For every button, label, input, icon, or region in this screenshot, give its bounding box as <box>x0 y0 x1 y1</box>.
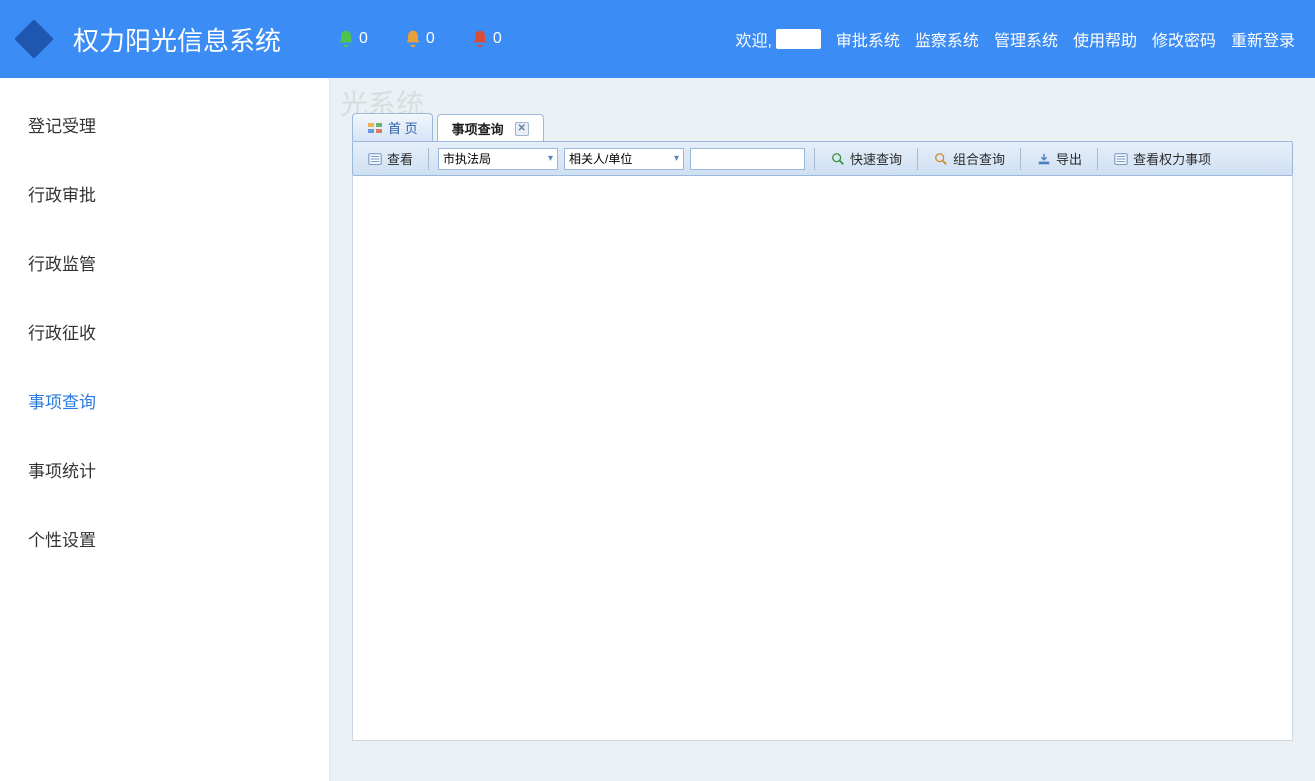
org-select[interactable]: 市执法局 ▾ <box>438 148 558 170</box>
download-icon <box>1036 151 1052 167</box>
tab-query[interactable]: 事项查询 ✕ <box>437 114 544 142</box>
adv-search-label: 组合查询 <box>953 149 1005 168</box>
welcome-text: 欢迎, <box>735 27 820 51</box>
chevron-down-icon: ▾ <box>674 153 679 164</box>
nav-management[interactable]: 管理系统 <box>994 27 1058 51</box>
list-icon <box>1113 151 1129 167</box>
sidebar-item-settings[interactable]: 个性设置 <box>0 504 329 573</box>
relation-select-value: 相关人/单位 <box>569 150 632 167</box>
bell-count: 0 <box>493 30 502 48</box>
separator <box>814 148 815 170</box>
quick-search-button[interactable]: 快速查询 <box>824 147 908 170</box>
adv-search-button[interactable]: 组合查询 <box>927 147 1011 170</box>
sidebar-item-stats[interactable]: 事项统计 <box>0 435 329 504</box>
header: 权力阳光信息系统 0 0 0 欢迎, 审批系统 监察系统 管理系统 <box>0 0 1315 78</box>
tab-home-label: 首 页 <box>388 118 418 137</box>
nav-help[interactable]: 使用帮助 <box>1073 27 1137 51</box>
bell-red[interactable]: 0 <box>470 29 502 49</box>
export-button[interactable]: 导出 <box>1030 147 1088 170</box>
sidebar-item-register[interactable]: 登记受理 <box>0 90 329 159</box>
main-panel: 光系统 首 页 事项查询 ✕ <box>330 78 1315 781</box>
sidebar-item-collection[interactable]: 行政征收 <box>0 297 329 366</box>
nav-supervision[interactable]: 监察系统 <box>915 27 979 51</box>
tab-home[interactable]: 首 页 <box>352 113 433 141</box>
content-panel <box>352 176 1293 741</box>
sidebar-item-approval[interactable]: 行政审批 <box>0 159 329 228</box>
sidebar-item-supervision[interactable]: 行政监管 <box>0 228 329 297</box>
username <box>776 29 821 49</box>
tab-bar: 首 页 事项查询 ✕ <box>352 113 1315 141</box>
bell-icon <box>403 29 423 49</box>
view-label: 查看 <box>387 149 413 168</box>
home-icon <box>367 120 383 136</box>
bell-count: 0 <box>426 30 435 48</box>
separator <box>428 148 429 170</box>
welcome-label: 欢迎, <box>735 27 771 51</box>
close-icon[interactable]: ✕ <box>515 122 529 136</box>
toolbar: 查看 市执法局 ▾ 相关人/单位 ▾ 快速查询 <box>352 141 1293 176</box>
logo-icon <box>14 19 54 59</box>
export-label: 导出 <box>1056 149 1082 168</box>
org-select-value: 市执法局 <box>443 150 491 167</box>
relation-select[interactable]: 相关人/单位 ▾ <box>564 148 684 170</box>
bell-count: 0 <box>359 30 368 48</box>
bell-green[interactable]: 0 <box>336 29 368 49</box>
sidebar: 登记受理 行政审批 行政监管 行政征收 事项查询 事项统计 个性设置 <box>0 78 330 781</box>
nav-relogin[interactable]: 重新登录 <box>1231 27 1295 51</box>
separator <box>917 148 918 170</box>
view-button[interactable]: 查看 <box>361 147 419 170</box>
bell-orange[interactable]: 0 <box>403 29 435 49</box>
nav-approval[interactable]: 审批系统 <box>836 27 900 51</box>
chevron-down-icon: ▾ <box>548 153 553 164</box>
body: 登记受理 行政审批 行政监管 行政征收 事项查询 事项统计 个性设置 光系统 首… <box>0 78 1315 781</box>
bell-icon <box>470 29 490 49</box>
quick-search-label: 快速查询 <box>850 149 902 168</box>
tab-query-label: 事项查询 <box>452 119 504 138</box>
view-power-label: 查看权力事项 <box>1133 149 1211 168</box>
bell-icon <box>336 29 356 49</box>
search-input[interactable] <box>690 148 805 170</box>
nav-right: 欢迎, 审批系统 监察系统 管理系统 使用帮助 修改密码 重新登录 <box>735 27 1295 51</box>
sidebar-item-query[interactable]: 事项查询 <box>0 366 329 435</box>
list-icon <box>367 151 383 167</box>
search-icon <box>933 151 949 167</box>
separator <box>1097 148 1098 170</box>
app-title: 权力阳光信息系统 <box>73 21 281 58</box>
view-power-button[interactable]: 查看权力事项 <box>1107 147 1217 170</box>
separator <box>1020 148 1021 170</box>
notification-group: 0 0 0 <box>336 29 502 49</box>
nav-change-password[interactable]: 修改密码 <box>1152 27 1216 51</box>
search-icon <box>830 151 846 167</box>
